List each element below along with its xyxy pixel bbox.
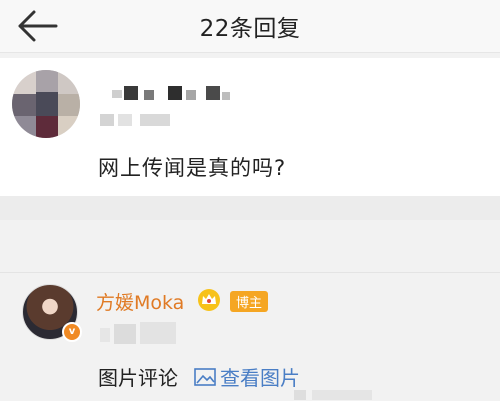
page-title: 22条回复 (199, 16, 301, 42)
username-redacted[interactable] (112, 84, 232, 102)
top-bar: 22条回复 (0, 0, 500, 53)
reply-list: v 方媛Moka 博主 图片评论 查看图片 (0, 220, 500, 400)
crown-icon (198, 289, 220, 311)
reply-text: 图片评论 (98, 366, 178, 390)
watermark (294, 387, 384, 401)
image-icon (194, 367, 216, 386)
view-image-label: 查看图片 (220, 366, 300, 390)
divider (0, 272, 500, 273)
reply-author-name[interactable]: 方媛Moka (96, 288, 184, 315)
vip-badge-icon: v (62, 322, 82, 342)
avatar[interactable] (12, 70, 80, 138)
reply-meta-redacted (100, 322, 184, 344)
timestamp-redacted (100, 114, 190, 126)
author-badge: 博主 (230, 291, 269, 312)
post-text: 网上传闻是真的吗? (98, 156, 287, 180)
original-post: 网上传闻是真的吗? (0, 58, 500, 196)
section-divider (0, 196, 500, 220)
view-image-link[interactable]: 查看图片 (194, 362, 300, 391)
